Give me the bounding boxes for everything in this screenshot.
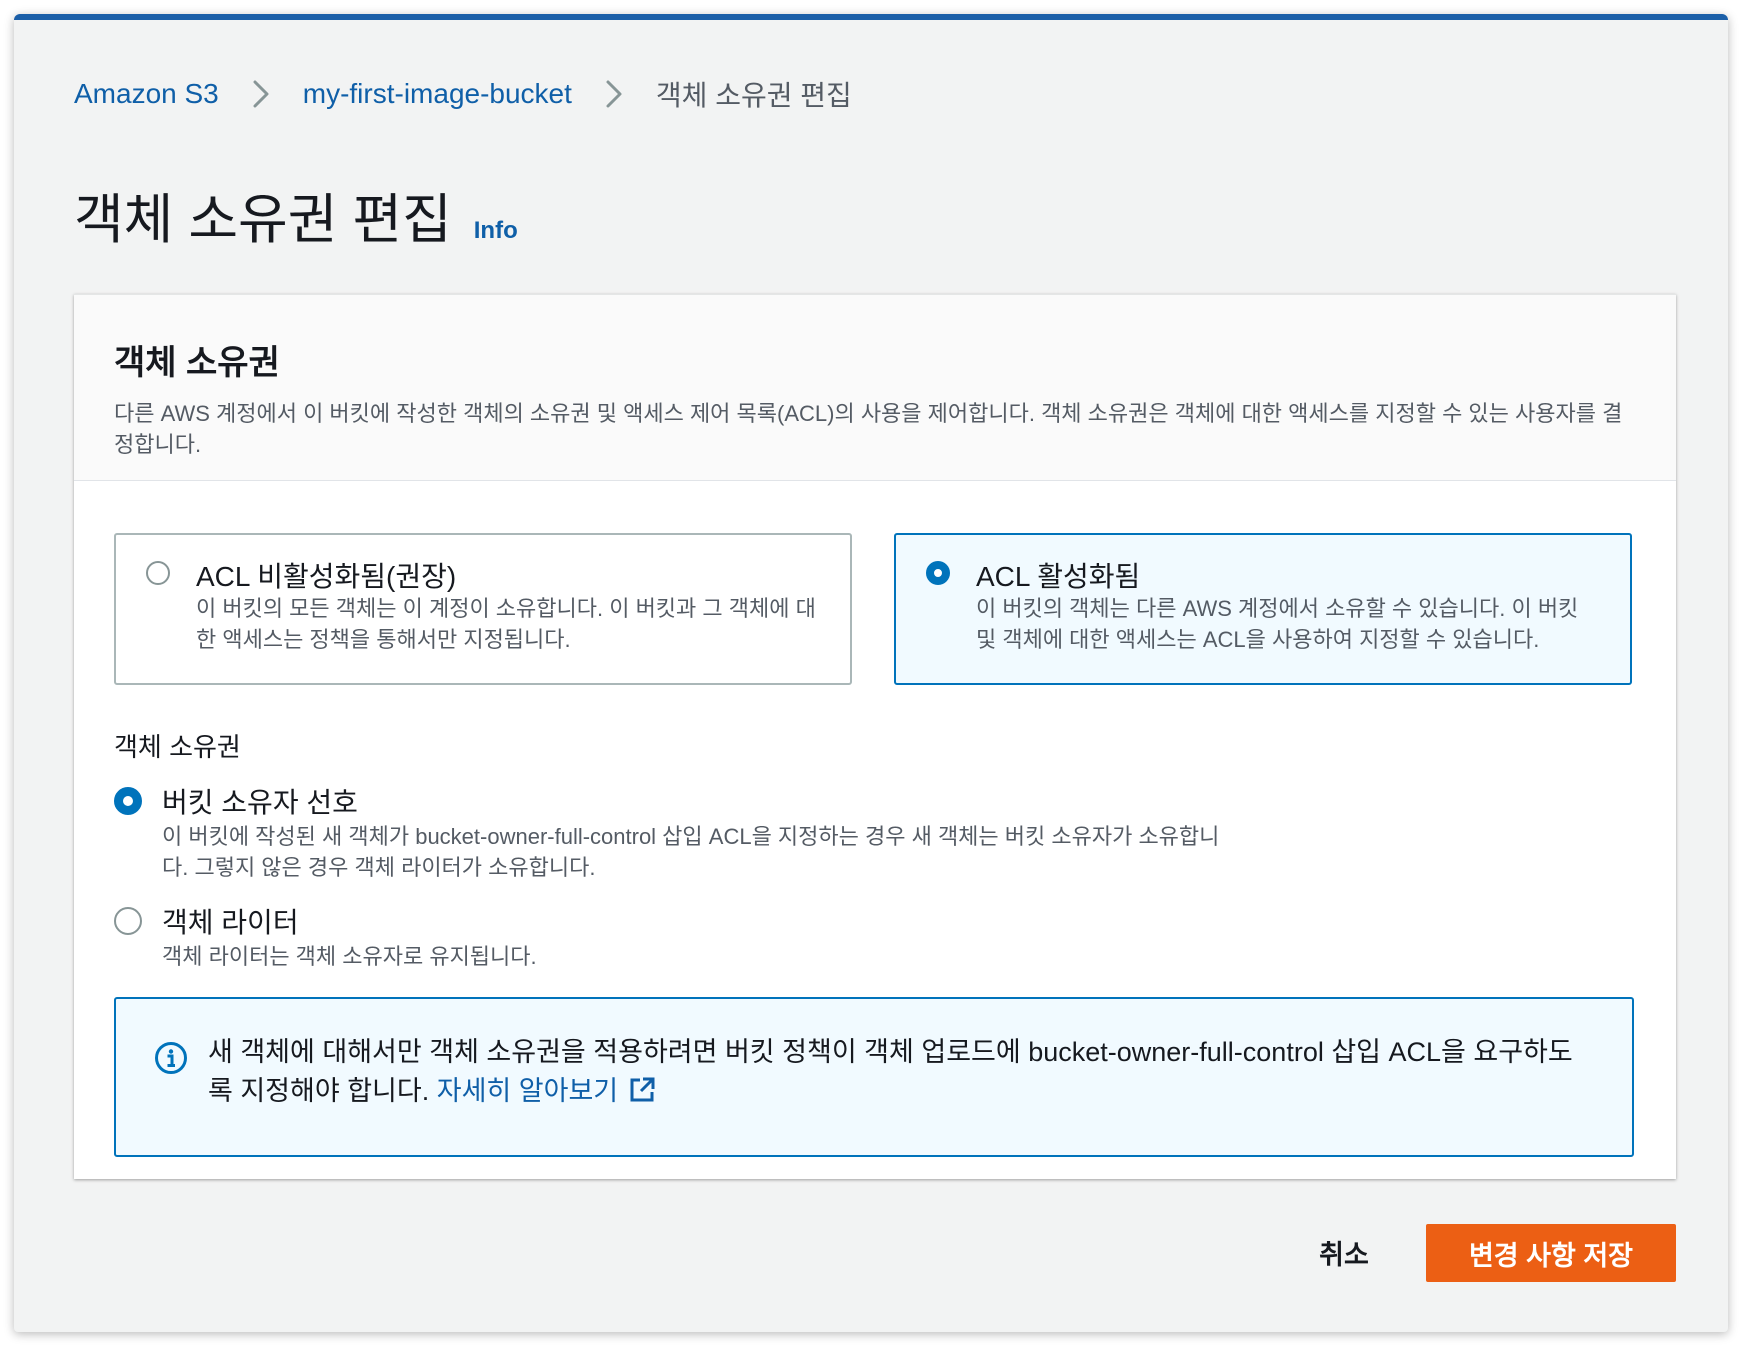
chevron-right-icon xyxy=(594,78,634,110)
ownership-label: 객체 소유권 xyxy=(114,732,241,762)
breadcrumb-current: 객체 소유권 편집 xyxy=(655,80,852,111)
panel-title: 객체 소유권 xyxy=(114,344,280,382)
panel-header: 객체 소유권 다른 AWS 계정에서 이 버킷에 작성한 객체의 소유권 및 액… xyxy=(74,295,1676,481)
acl-enabled-tile[interactable]: ACL 활성화됨 이 버킷의 객체는 다른 AWS 계정에서 소유할 수 있습니… xyxy=(894,533,1632,685)
info-circle-icon xyxy=(154,1041,188,1075)
page-title: 객체 소유권 편집 xyxy=(74,190,452,250)
breadcrumb: Amazon S3 my-first-image-bucket 객체 소유권 편… xyxy=(74,74,852,114)
chevron-right-icon xyxy=(241,78,281,110)
option-description: 객체 라이터는 객체 소유자로 유지됩니다. xyxy=(162,944,537,969)
alert-text: 새 객체에 대해서만 객체 소유권을 적용하려면 버킷 정책이 객체 업로드에 … xyxy=(208,1033,1578,1115)
tile-description: 이 버킷의 모든 객체는 이 계정이 소유합니다. 이 버킷과 그 객체에 대한… xyxy=(196,596,816,652)
info-alert: 새 객체에 대해서만 객체 소유권을 적용하려면 버킷 정책이 객체 업로드에 … xyxy=(114,997,1634,1157)
page-frame: Amazon S3 my-first-image-bucket 객체 소유권 편… xyxy=(14,14,1728,1332)
tile-description: 이 버킷의 객체는 다른 AWS 계정에서 소유할 수 있습니다. 이 버킷 및… xyxy=(976,596,1579,652)
page-header: 객체 소유권 편집 Info xyxy=(74,175,518,254)
panel-description: 다른 AWS 계정에서 이 버킷에 작성한 객체의 소유권 및 액세스 제어 목… xyxy=(114,401,1623,457)
info-link[interactable]: Info xyxy=(474,217,518,245)
learn-more-label: 자세히 알아보기 xyxy=(436,1076,619,1106)
option-description: 이 버킷에 작성된 새 객체가 bucket-owner-full-contro… xyxy=(162,824,1220,880)
breadcrumb-link-bucket[interactable]: my-first-image-bucket xyxy=(303,78,572,110)
tile-title: ACL 활성화됨 xyxy=(976,561,1141,592)
alert-message: 새 객체에 대해서만 객체 소유권을 적용하려면 버킷 정책이 객체 업로드에 … xyxy=(208,1037,1573,1106)
bucket-owner-preferred-radio[interactable] xyxy=(114,787,142,815)
breadcrumb-link-s3[interactable]: Amazon S3 xyxy=(74,78,219,110)
save-changes-button[interactable]: 변경 사항 저장 xyxy=(1426,1224,1676,1282)
option-title: 버킷 소유자 선호 xyxy=(162,787,358,818)
acl-enabled-radio[interactable] xyxy=(926,561,950,585)
option-title: 객체 라이터 xyxy=(162,907,299,938)
acl-disabled-radio[interactable] xyxy=(146,561,170,585)
object-ownership-panel: 객체 소유권 다른 AWS 계정에서 이 버킷에 작성한 객체의 소유권 및 액… xyxy=(74,294,1676,1179)
cancel-button[interactable]: 취소 xyxy=(1284,1226,1404,1278)
tile-title: ACL 비활성화됨(권장) xyxy=(196,561,457,592)
external-link-icon xyxy=(628,1076,656,1115)
acl-disabled-tile[interactable]: ACL 비활성화됨(권장) 이 버킷의 모든 객체는 이 계정이 소유합니다. … xyxy=(114,533,852,685)
object-writer-radio[interactable] xyxy=(114,907,142,935)
learn-more-link[interactable]: 자세히 알아보기 xyxy=(437,1076,656,1106)
